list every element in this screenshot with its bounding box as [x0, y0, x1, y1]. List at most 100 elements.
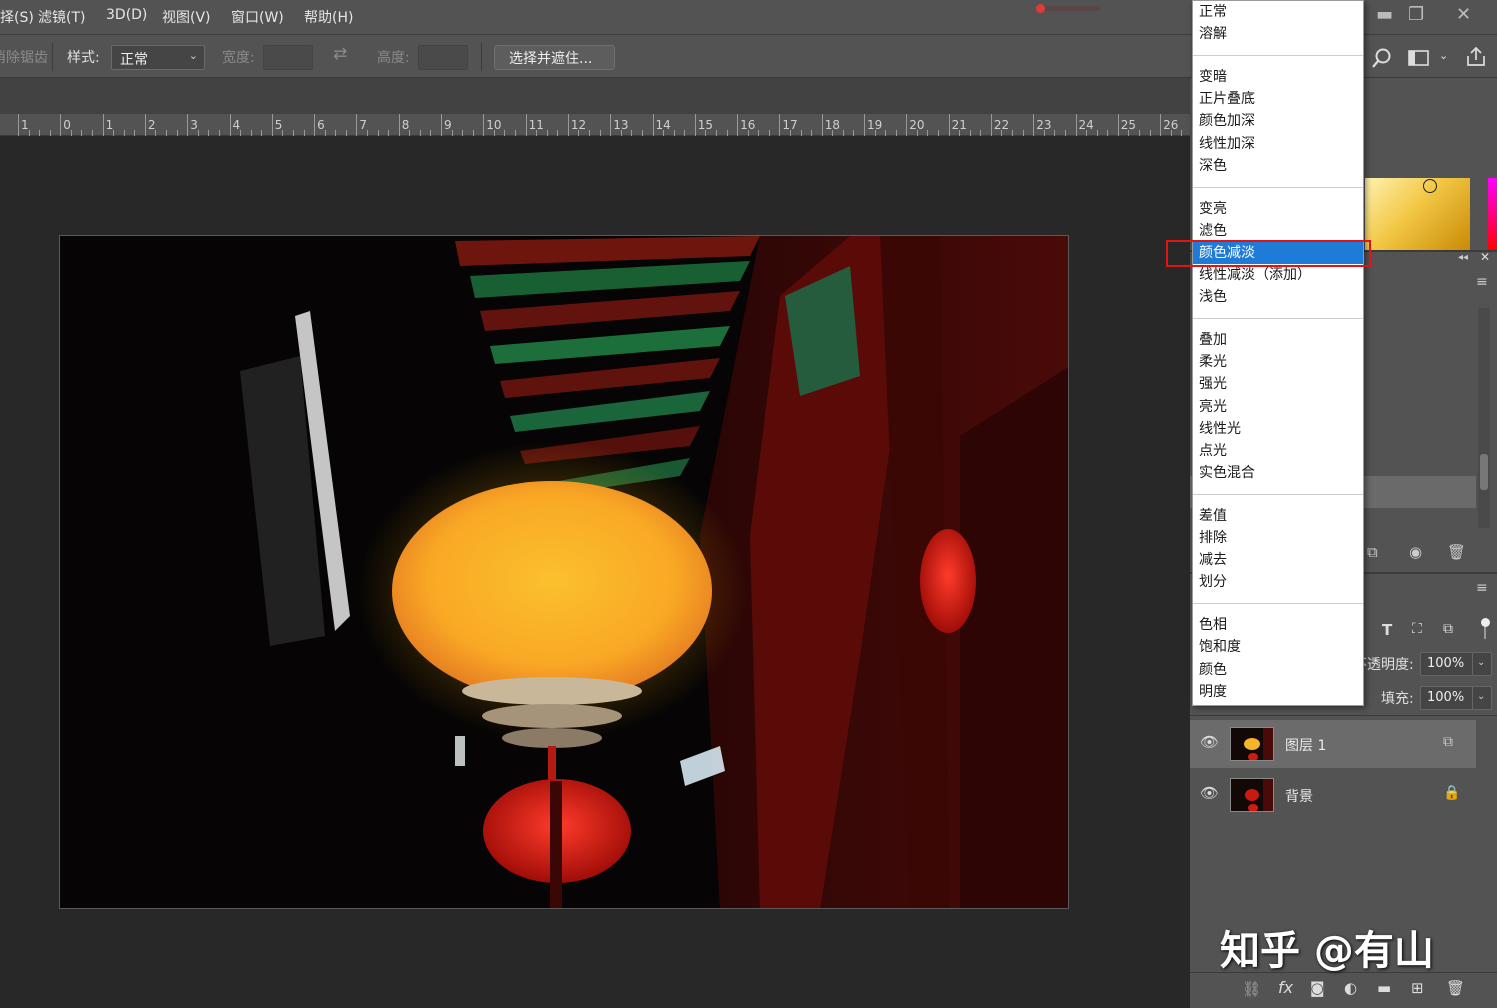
search-icon[interactable]: [1371, 47, 1393, 69]
menu-window[interactable]: 窗口(W): [231, 7, 284, 27]
workspace-icon[interactable]: [1407, 48, 1431, 68]
antialias-checkbox-label[interactable]: 消除锯齿: [0, 47, 48, 67]
blend-mode-option[interactable]: 亮光: [1193, 396, 1363, 418]
blend-mode-option[interactable]: 变暗: [1193, 66, 1363, 88]
status-slider[interactable]: [1036, 4, 1100, 13]
blend-mode-option[interactable]: 线性减淡（添加）: [1193, 264, 1363, 286]
blend-mode-option[interactable]: 排除: [1193, 527, 1363, 549]
panel-menu-icon[interactable]: ≡: [1476, 274, 1488, 290]
hue-slider[interactable]: [1488, 178, 1497, 250]
restore-icon[interactable]: ❐: [1408, 4, 1424, 25]
menu-select[interactable]: 择(S): [0, 7, 34, 27]
blend-mode-option[interactable]: 明度: [1193, 681, 1363, 703]
blend-mode-option[interactable]: 饱和度: [1193, 636, 1363, 658]
blend-mode-option[interactable]: 浅色: [1193, 286, 1363, 308]
layer-row-layer-1[interactable]: 👁 图层 1 ⧉: [1190, 720, 1476, 768]
menu-view[interactable]: 视图(V): [162, 7, 211, 27]
fill-label: 填充:: [1381, 691, 1414, 707]
chevron-down-icon[interactable]: ⌄: [1439, 49, 1448, 62]
close-panel-icon[interactable]: ✕: [1480, 250, 1490, 264]
filter-toggle[interactable]: [1480, 618, 1490, 640]
layers-panel-menu-icon[interactable]: ≡: [1476, 580, 1488, 596]
eye-icon[interactable]: 👁: [1200, 784, 1219, 802]
chevron-down-icon: ⌄: [188, 49, 198, 62]
blend-mode-option[interactable]: 减去: [1193, 549, 1363, 571]
fx-icon[interactable]: fx: [1278, 978, 1293, 997]
style-select[interactable]: 正常 ⌄: [111, 45, 205, 70]
ruler-label: 22: [993, 118, 1010, 132]
adjustment-layer-icon[interactable]: ◐: [1344, 979, 1357, 997]
smart-object-filter-icon[interactable]: ⧉: [1443, 621, 1453, 637]
blend-mode-separator: [1193, 186, 1363, 188]
color-picker-cursor[interactable]: [1423, 179, 1437, 193]
menu-help[interactable]: 帮助(H): [304, 7, 353, 27]
ruler-major-tick: [18, 114, 19, 136]
blend-mode-option[interactable]: 差值: [1193, 505, 1363, 527]
blend-mode-dropdown[interactable]: 正常 溶解 变暗 正片叠底 颜色加深 线性加深 深色 变亮 滤色 颜色减淡 线性减淡（添加） 浅色 叠加…: [1192, 0, 1364, 706]
blend-mode-option[interactable]: 溶解: [1193, 23, 1363, 45]
blend-mode-option[interactable]: 强光: [1193, 373, 1363, 395]
blend-mode-option[interactable]: 正常: [1193, 1, 1363, 23]
opacity-dropdown[interactable]: ⌄: [1472, 652, 1492, 676]
blend-mode-separator: [1193, 493, 1363, 495]
link-layers-icon[interactable]: ⛓: [1242, 980, 1261, 998]
ruler-label: 1: [21, 118, 29, 132]
color-field[interactable]: [1365, 178, 1470, 250]
type-filter-icon[interactable]: T: [1382, 621, 1392, 639]
blend-mode-option[interactable]: 划分: [1193, 571, 1363, 593]
lock-icon[interactable]: 🔒: [1443, 785, 1460, 801]
ruler-major-tick: [271, 114, 273, 136]
blend-mode-option[interactable]: 实色混合: [1193, 462, 1363, 484]
layer-thumbnail: [1230, 778, 1274, 812]
thumbnail-image: [1231, 779, 1273, 811]
share-icon[interactable]: [1464, 45, 1488, 69]
height-input[interactable]: [418, 45, 468, 70]
layer-name[interactable]: 背景: [1285, 786, 1313, 806]
blend-mode-option[interactable]: 线性光: [1193, 418, 1363, 440]
add-mask-icon[interactable]: ◙: [1310, 979, 1325, 997]
camera-icon[interactable]: ◉: [1409, 543, 1422, 561]
width-input[interactable]: [263, 45, 313, 70]
blend-mode-option[interactable]: 颜色加深: [1193, 110, 1363, 132]
panel-scrollbar[interactable]: [1478, 308, 1490, 528]
document-image[interactable]: [59, 235, 1069, 909]
blend-mode-option[interactable]: 颜色: [1193, 659, 1363, 681]
new-document-from-state-icon[interactable]: ⧉: [1367, 543, 1378, 561]
scrollbar-thumb[interactable]: [1480, 454, 1488, 490]
blend-mode-option[interactable]: 色相: [1193, 614, 1363, 636]
ruler-major-tick: [610, 114, 612, 136]
style-label: 样式:: [67, 50, 100, 66]
blend-mode-option[interactable]: 变亮: [1193, 198, 1363, 220]
delete-layer-icon[interactable]: 🗑: [1446, 979, 1465, 997]
minimize-icon[interactable]: ▬: [1376, 4, 1393, 25]
close-icon[interactable]: ✕: [1456, 4, 1471, 25]
blend-mode-option[interactable]: 柔光: [1193, 351, 1363, 373]
ruler-major-tick: [948, 114, 950, 136]
swap-icon[interactable]: ⇄: [333, 44, 347, 64]
blend-mode-option[interactable]: 滤色: [1193, 220, 1363, 242]
ruler-label: 1: [105, 118, 114, 132]
select-and-mask-button[interactable]: 选择并遮住...: [494, 45, 615, 70]
ruler-major-tick: [229, 114, 231, 136]
blend-mode-option[interactable]: 正片叠底: [1193, 88, 1363, 110]
blend-mode-option[interactable]: 深色: [1193, 155, 1363, 177]
layer-name[interactable]: 图层 1: [1285, 735, 1326, 755]
menu-filter[interactable]: 滤镜(T): [38, 7, 85, 27]
ruler-major-tick: [1033, 114, 1035, 136]
eye-icon[interactable]: 👁: [1200, 733, 1219, 751]
blend-mode-option[interactable]: 线性加深: [1193, 133, 1363, 155]
slider-knob[interactable]: [1036, 4, 1045, 13]
divider: [481, 43, 482, 71]
blend-mode-option[interactable]: 点光: [1193, 440, 1363, 462]
trash-icon[interactable]: 🗑: [1447, 543, 1466, 561]
blend-mode-option[interactable]: 叠加: [1193, 329, 1363, 351]
shape-filter-icon[interactable]: ⛶: [1412, 621, 1422, 637]
thumbnail-image: [1231, 728, 1273, 760]
new-group-icon[interactable]: ▬: [1377, 979, 1391, 997]
new-layer-icon[interactable]: ⊞: [1411, 979, 1424, 997]
ruler-major-tick: [102, 114, 104, 136]
collapse-icon[interactable]: ◂◂: [1458, 252, 1468, 263]
layer-row-background[interactable]: 👁 背景 🔒: [1190, 771, 1476, 819]
menu-3d[interactable]: 3D(D): [106, 7, 147, 23]
fill-dropdown[interactable]: ⌄: [1472, 686, 1492, 710]
